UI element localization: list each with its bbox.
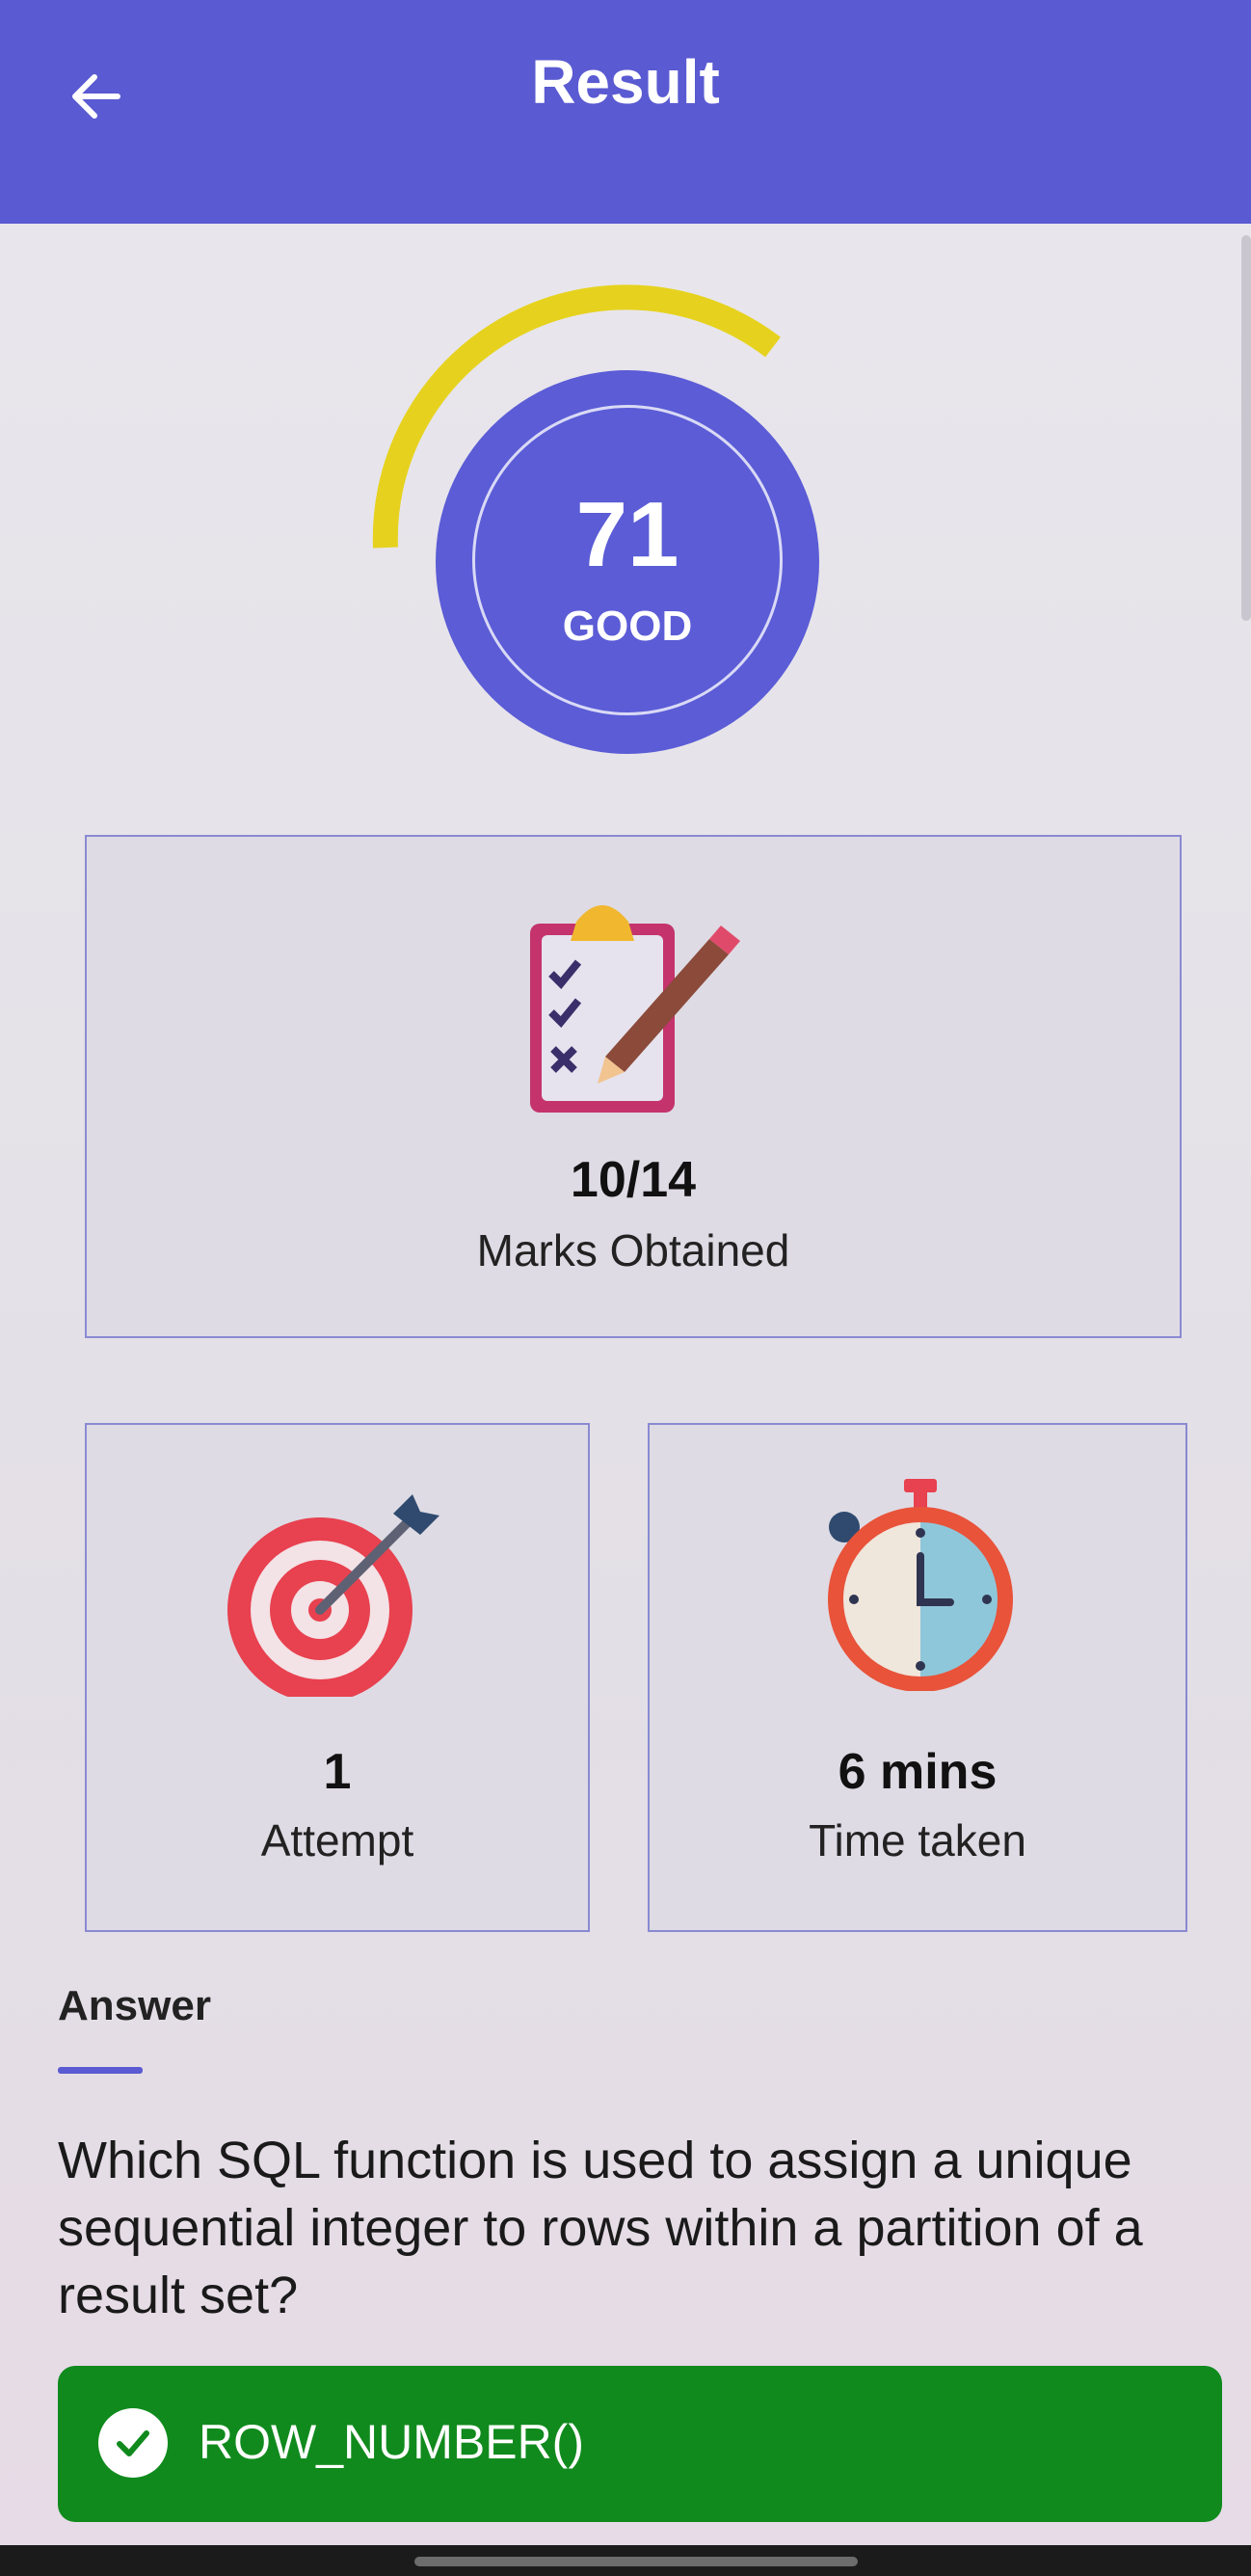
time-card: 6 mins Time taken — [648, 1423, 1187, 1932]
check-circle-icon — [98, 2408, 168, 2478]
marks-value: 10/14 — [570, 1152, 697, 1208]
answer-underline — [58, 2067, 143, 2074]
answer-heading: Answer — [58, 1982, 211, 2029]
time-label: Time taken — [809, 1815, 1026, 1865]
stopwatch-icon — [828, 1479, 1013, 1691]
scrollbar[interactable] — [1241, 235, 1251, 621]
score-grade: GOOD — [562, 603, 693, 650]
app-bar: Result — [0, 0, 1251, 224]
attempt-label: Attempt — [260, 1815, 414, 1865]
page-title: Result — [531, 47, 720, 117]
clipboard-checklist-icon — [530, 905, 740, 1113]
attempt-value: 1 — [323, 1744, 352, 1800]
target-dart-icon — [227, 1494, 439, 1697]
answer-option-correct[interactable]: ROW_NUMBER() — [58, 2366, 1222, 2522]
time-value: 6 mins — [838, 1744, 998, 1800]
score-value: 71 — [575, 483, 679, 586]
question-text: Which SQL function is used to assign a u… — [58, 2132, 1143, 2324]
attempt-card: 1 Attempt — [85, 1423, 590, 1932]
marks-label: Marks Obtained — [476, 1225, 790, 1275]
home-indicator[interactable] — [414, 2557, 858, 2566]
answer-option-label: ROW_NUMBER() — [199, 2415, 584, 2469]
marks-card: 10/14 Marks Obtained — [85, 835, 1182, 1338]
